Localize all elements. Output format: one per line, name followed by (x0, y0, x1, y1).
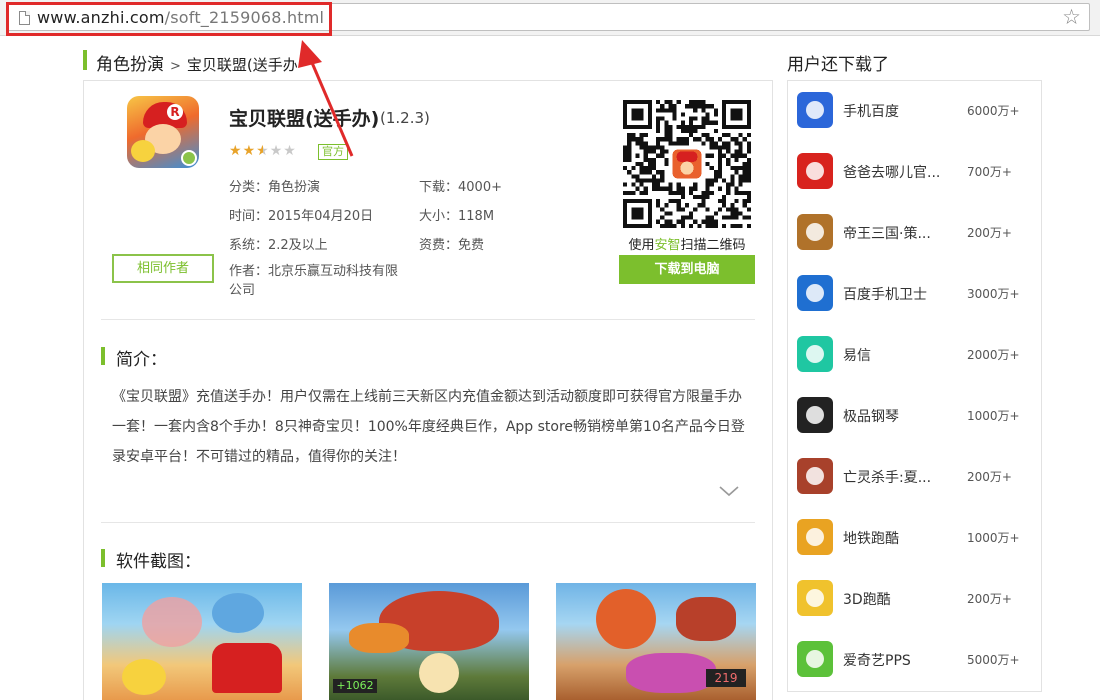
subway-icon (797, 519, 833, 555)
app-version: (1.2.3) (380, 109, 430, 127)
annotation-arrow (298, 40, 354, 157)
related-app-downloads: 200万+ (967, 592, 1012, 606)
star-icon: ★ (242, 143, 257, 159)
star-icon: ★ (229, 143, 243, 159)
related-app-item[interactable]: 易信 2000万+ (797, 334, 1037, 374)
downloads-info: 下载：4000+ (419, 180, 502, 195)
screenshot-2[interactable]: +1062 (329, 583, 529, 700)
related-app-item[interactable]: 爸爸去哪儿官... 700万+ (797, 151, 1037, 191)
related-app-item[interactable]: 百度手机卫士 3000万+ (797, 273, 1037, 313)
related-app-item[interactable]: 地铁跑酷 1000万+ (797, 517, 1037, 557)
related-app-item[interactable]: 极品钢琴 1000万+ (797, 395, 1037, 435)
related-app-name[interactable]: 地铁跑酷 (843, 528, 899, 548)
intro-text: 《宝贝联盟》充值送手办！用户仅需在上线前三天新区内充值金额达到活动额度即可获得官… (112, 389, 745, 465)
related-app-name[interactable]: 极品钢琴 (843, 406, 899, 426)
related-app-item[interactable]: 亡灵杀手:夏... 200万+ (797, 456, 1037, 496)
related-app-name[interactable]: 爱奇艺PPS (843, 650, 911, 670)
related-app-downloads: 700万+ (967, 165, 1012, 179)
related-app-name[interactable]: 手机百度 (843, 101, 899, 121)
related-app-item[interactable]: 手机百度 6000万+ (797, 90, 1037, 130)
screenshot-3[interactable]: 219 (556, 583, 756, 700)
related-app-downloads: 5000万+ (967, 653, 1020, 667)
yixin-icon (797, 336, 833, 372)
shield-icon (797, 275, 833, 311)
piano-icon (797, 397, 833, 433)
related-app-downloads: 3000万+ (967, 287, 1020, 301)
sidebar-title: 用户还下载了 (787, 55, 889, 75)
system-info: 系统：2.2及以上 (229, 238, 328, 253)
related-app-name[interactable]: 亡灵杀手:夏... (843, 467, 931, 487)
download-to-pc-button[interactable]: 下载到电脑 (619, 255, 755, 284)
divider (101, 319, 755, 320)
related-app-downloads: 200万+ (967, 226, 1012, 240)
date-info: 时间：2015年04月20日 (229, 209, 374, 224)
breadcrumb-category-link[interactable]: 角色扮演 (96, 55, 164, 75)
qr-caption: 使用安智扫描二维码 (628, 238, 746, 253)
size-info: 大小：118M (419, 209, 495, 224)
related-app-name[interactable]: 3D跑酷 (843, 589, 891, 609)
baidu-icon (797, 92, 833, 128)
breadcrumb-current: 宝贝联盟(送手办 (186, 56, 298, 74)
pps-icon (797, 641, 833, 677)
related-app-downloads: 2000万+ (967, 348, 1020, 362)
same-author-button[interactable]: 相同作者 (112, 254, 214, 283)
intro-title: 简介： (116, 350, 167, 370)
screenshots-accent-bar (101, 549, 105, 567)
half-star-icon: ★ (256, 143, 270, 159)
related-app-item[interactable]: 爱奇艺PPS 5000万+ (797, 639, 1037, 679)
related-app-name[interactable]: 易信 (843, 345, 871, 365)
related-app-downloads: 6000万+ (967, 104, 1020, 118)
bookmark-star-icon[interactable]: ☆ (1062, 5, 1081, 29)
related-app-item[interactable]: 帝王三国·策... 200万+ (797, 212, 1037, 252)
related-app-name[interactable]: 百度手机卫士 (843, 284, 927, 304)
screenshots-title: 软件截图： (116, 552, 201, 572)
star-icon: ★ (269, 143, 284, 159)
breadcrumb-accent-bar (83, 50, 87, 70)
breadcrumb: 角色扮演 > 宝贝联盟(送手办 (96, 50, 298, 75)
related-app-downloads: 1000万+ (967, 531, 1020, 545)
rating-stars: ★★★★★ (229, 143, 297, 159)
annotation-highlight-box (6, 2, 332, 36)
undead-icon (797, 458, 833, 494)
related-app-downloads: 200万+ (967, 470, 1012, 484)
author-info: 作者：北京乐赢互动科技有限公司 (229, 264, 399, 298)
qr-code-icon (619, 96, 755, 232)
baba-icon (797, 153, 833, 189)
diwang-icon (797, 214, 833, 250)
intro-accent-bar (101, 347, 105, 365)
related-app-name[interactable]: 爸爸去哪儿官... (843, 162, 940, 182)
app-icon: R (127, 96, 199, 168)
breadcrumb-separator: > (170, 59, 181, 74)
related-app-downloads: 1000万+ (967, 409, 1020, 423)
category-info: 分类：角色扮演 (229, 180, 321, 195)
screenshot-1[interactable] (102, 583, 302, 700)
divider (101, 522, 755, 523)
related-app-item[interactable]: 3D跑酷 200万+ (797, 578, 1037, 618)
related-app-name[interactable]: 帝王三国·策... (843, 223, 931, 243)
price-info: 资费：免费 (419, 238, 485, 253)
chevron-down-icon[interactable] (718, 480, 740, 502)
run3d-icon (797, 580, 833, 616)
